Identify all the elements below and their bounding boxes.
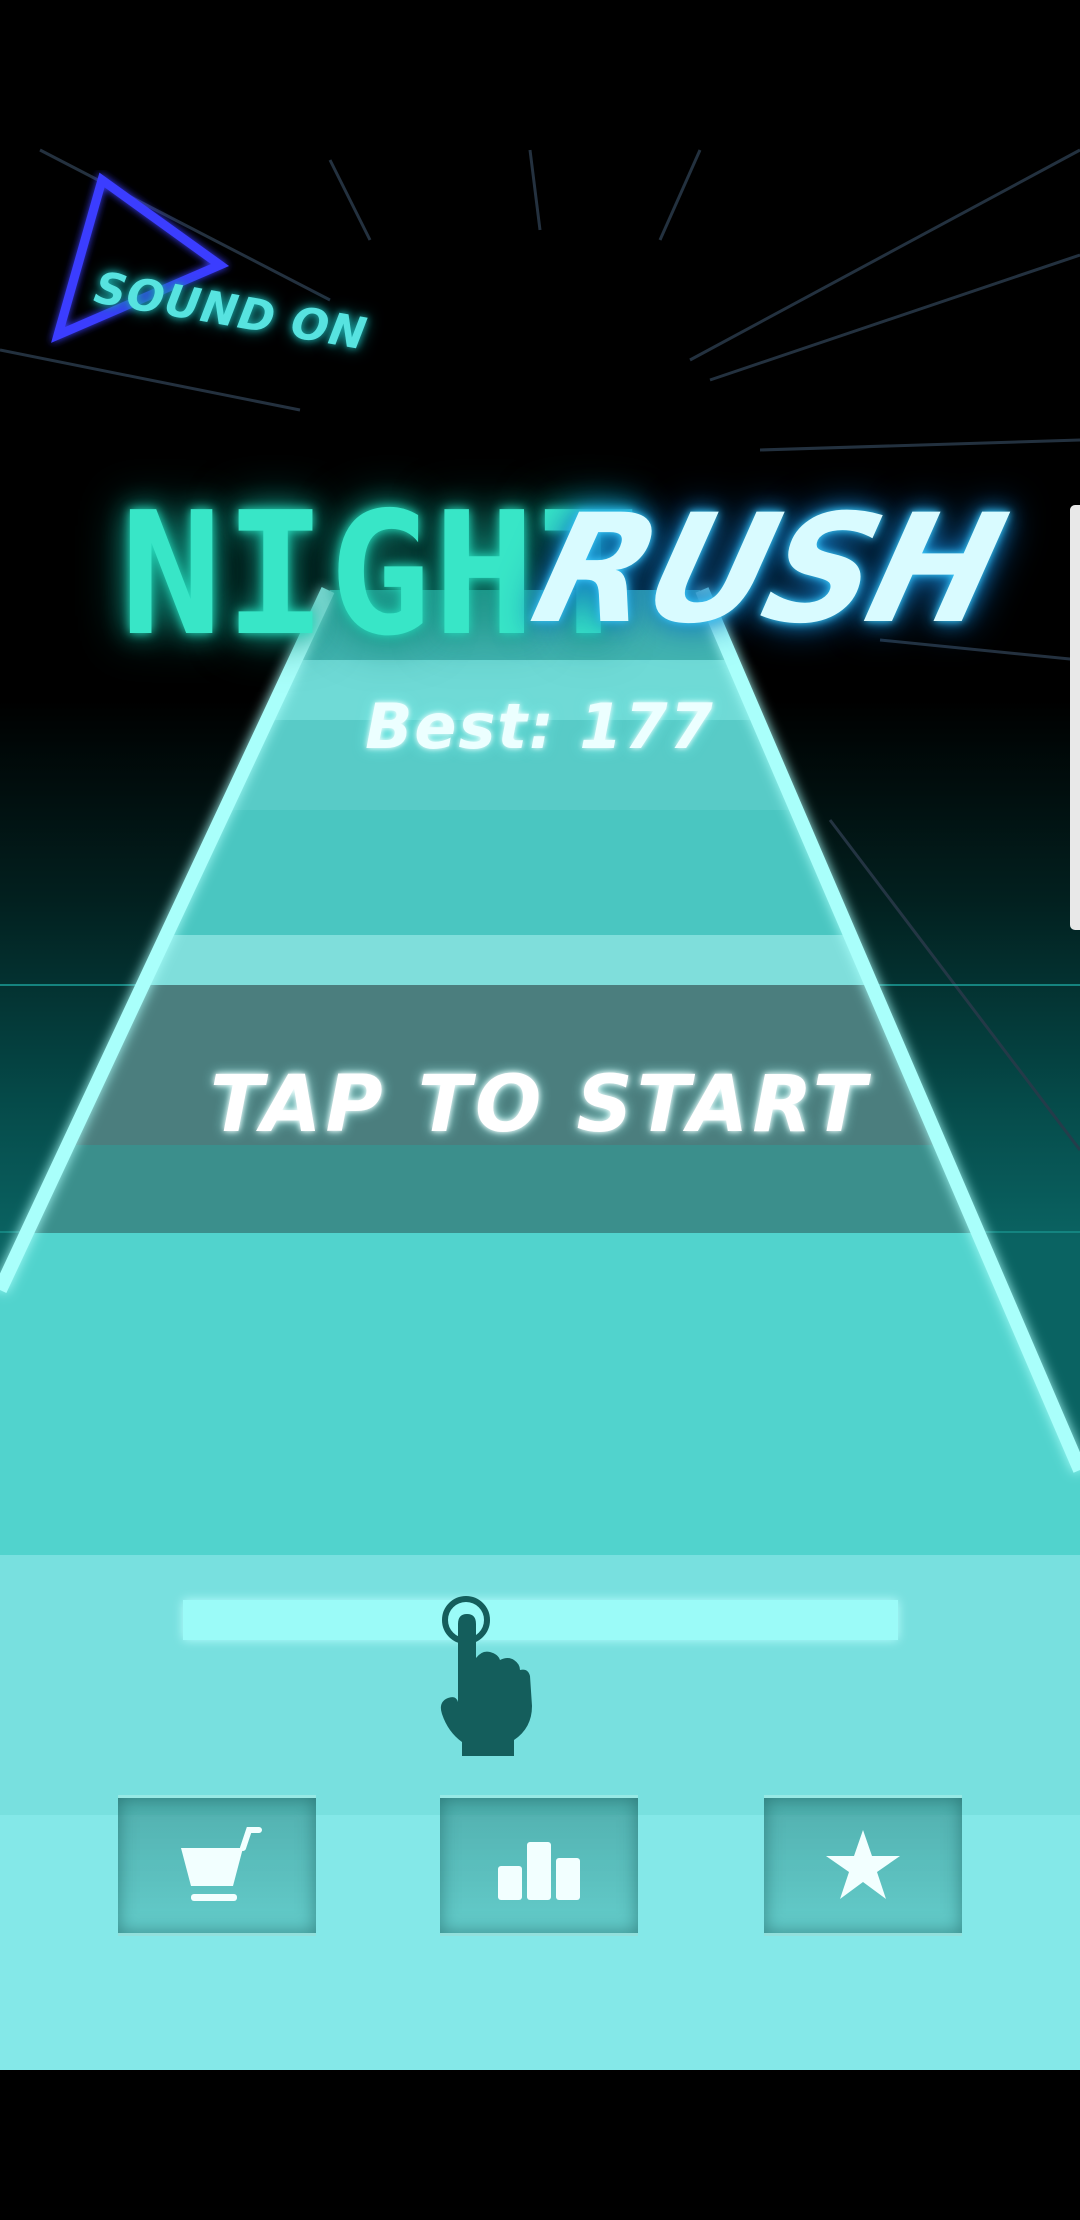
navigation-bar-area <box>0 2070 1080 2220</box>
sound-toggle-button[interactable]: SOUND ON <box>40 170 380 360</box>
tap-to-start-prompt[interactable]: TAP TO START <box>0 1060 1080 1150</box>
scroll-indicator <box>1070 505 1080 930</box>
tap-hand-icon <box>440 1596 532 1756</box>
rate-button[interactable] <box>764 1795 962 1936</box>
shopping-cart-icon <box>181 1827 262 1901</box>
bar-chart-icon <box>498 1842 580 1900</box>
leaderboard-button[interactable] <box>440 1795 638 1936</box>
best-score: Best: 177 <box>365 690 715 763</box>
game-title: NIGHT RUSH <box>120 483 1017 690</box>
title-rush: RUSH <box>518 483 1017 657</box>
game-scene[interactable]: SOUND ON NIGHT RUSH Best: 177 TAP TO STA… <box>0 0 1080 2220</box>
star-icon <box>826 1830 900 1899</box>
shop-button[interactable] <box>118 1795 316 1936</box>
